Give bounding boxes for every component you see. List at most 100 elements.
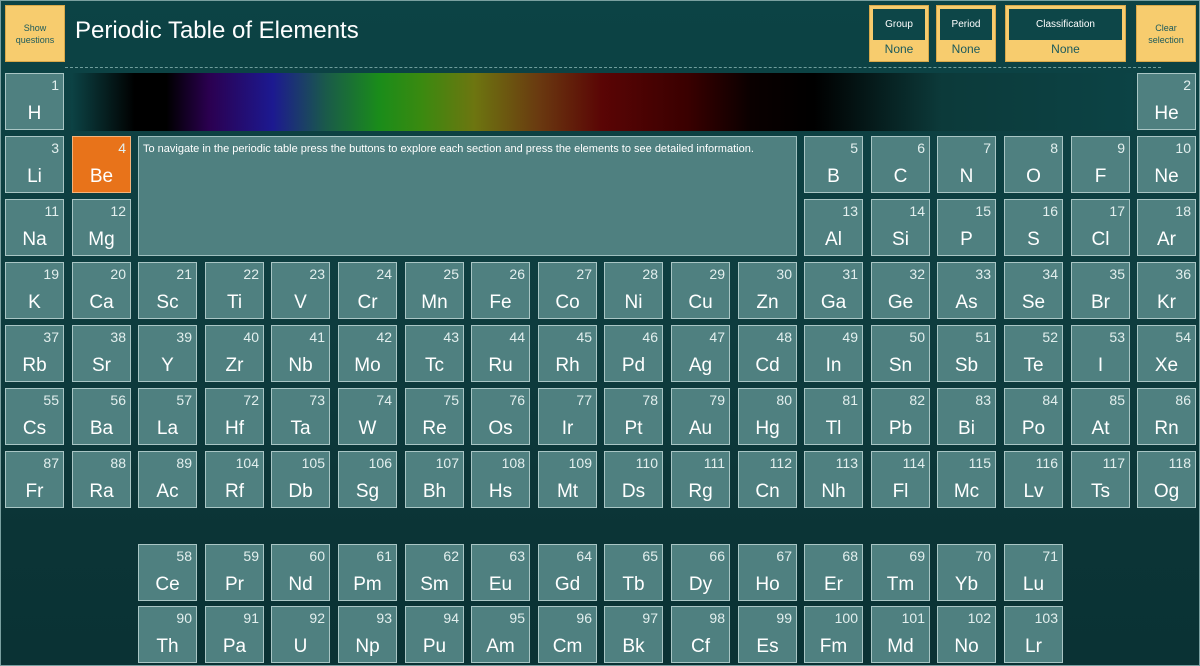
element-tile-p[interactable]: 15 P [937, 199, 996, 256]
element-tile-ar[interactable]: 18 Ar [1137, 199, 1196, 256]
period-filter-button[interactable]: Period None [936, 5, 996, 62]
element-tile-li[interactable]: 3 Li [5, 136, 64, 193]
element-tile-fm[interactable]: 100 Fm [804, 606, 863, 663]
element-tile-se[interactable]: 34 Se [1004, 262, 1063, 319]
element-tile-ds[interactable]: 110 Ds [604, 451, 663, 508]
element-tile-hs[interactable]: 108 Hs [471, 451, 530, 508]
element-tile-rb[interactable]: 37 Rb [5, 325, 64, 382]
element-tile-pa[interactable]: 91 Pa [205, 606, 264, 663]
element-tile-k[interactable]: 19 K [5, 262, 64, 319]
element-tile-th[interactable]: 90 Th [138, 606, 197, 663]
element-tile-re[interactable]: 75 Re [405, 388, 464, 445]
element-tile-ce[interactable]: 58 Ce [138, 544, 197, 601]
element-tile-cd[interactable]: 48 Cd [738, 325, 797, 382]
element-tile-ho[interactable]: 67 Ho [738, 544, 797, 601]
element-tile-pu[interactable]: 94 Pu [405, 606, 464, 663]
element-tile-rn[interactable]: 86 Rn [1137, 388, 1196, 445]
element-tile-nd[interactable]: 60 Nd [271, 544, 330, 601]
element-tile-zr[interactable]: 40 Zr [205, 325, 264, 382]
element-tile-rg[interactable]: 111 Rg [671, 451, 730, 508]
element-tile-tc[interactable]: 43 Tc [405, 325, 464, 382]
element-tile-db[interactable]: 105 Db [271, 451, 330, 508]
element-tile-i[interactable]: 53 I [1071, 325, 1130, 382]
element-tile-ne[interactable]: 10 Ne [1137, 136, 1196, 193]
element-tile-zn[interactable]: 30 Zn [738, 262, 797, 319]
element-tile-ru[interactable]: 44 Ru [471, 325, 530, 382]
element-tile-mn[interactable]: 25 Mn [405, 262, 464, 319]
element-tile-xe[interactable]: 54 Xe [1137, 325, 1196, 382]
element-tile-nh[interactable]: 113 Nh [804, 451, 863, 508]
element-tile-si[interactable]: 14 Si [871, 199, 930, 256]
element-tile-br[interactable]: 35 Br [1071, 262, 1130, 319]
element-tile-pb[interactable]: 82 Pb [871, 388, 930, 445]
element-tile-ir[interactable]: 77 Ir [538, 388, 597, 445]
element-tile-lr[interactable]: 103 Lr [1004, 606, 1063, 663]
clear-selection-button[interactable]: Clear selection [1136, 5, 1196, 62]
element-tile-ac[interactable]: 89 Ac [138, 451, 197, 508]
element-tile-ba[interactable]: 56 Ba [72, 388, 131, 445]
element-tile-sg[interactable]: 106 Sg [338, 451, 397, 508]
element-tile-am[interactable]: 95 Am [471, 606, 530, 663]
element-tile-rf[interactable]: 104 Rf [205, 451, 264, 508]
element-tile-eu[interactable]: 63 Eu [471, 544, 530, 601]
element-tile-pt[interactable]: 78 Pt [604, 388, 663, 445]
element-tile-ti[interactable]: 22 Ti [205, 262, 264, 319]
element-tile-ga[interactable]: 31 Ga [804, 262, 863, 319]
element-tile-u[interactable]: 92 U [271, 606, 330, 663]
element-tile-nb[interactable]: 41 Nb [271, 325, 330, 382]
element-tile-ge[interactable]: 32 Ge [871, 262, 930, 319]
element-tile-gd[interactable]: 64 Gd [538, 544, 597, 601]
show-questions-button[interactable]: Show questions [5, 5, 65, 62]
element-tile-al[interactable]: 13 Al [804, 199, 863, 256]
element-tile-kr[interactable]: 36 Kr [1137, 262, 1196, 319]
element-tile-tl[interactable]: 81 Tl [804, 388, 863, 445]
element-tile-b[interactable]: 5B [804, 136, 863, 193]
element-tile-mg[interactable]: 12 Mg [72, 199, 131, 256]
element-tile-sn[interactable]: 50 Sn [871, 325, 930, 382]
element-tile-as[interactable]: 33 As [937, 262, 996, 319]
element-tile-au[interactable]: 79 Au [671, 388, 730, 445]
element-tile-la[interactable]: 57 La [138, 388, 197, 445]
element-tile-rh[interactable]: 45 Rh [538, 325, 597, 382]
element-tile-md[interactable]: 101 Md [871, 606, 930, 663]
element-tile-v[interactable]: 23 V [271, 262, 330, 319]
element-tile-fr[interactable]: 87 Fr [5, 451, 64, 508]
element-tile-yb[interactable]: 70 Yb [937, 544, 996, 601]
element-tile-te[interactable]: 52 Te [1004, 325, 1063, 382]
element-tile-lv[interactable]: 116 Lv [1004, 451, 1063, 508]
element-tile-ra[interactable]: 88 Ra [72, 451, 131, 508]
element-tile-po[interactable]: 84 Po [1004, 388, 1063, 445]
element-tile-sm[interactable]: 62 Sm [405, 544, 464, 601]
element-tile-w[interactable]: 74 W [338, 388, 397, 445]
element-tile-s[interactable]: 16 S [1004, 199, 1063, 256]
element-tile-ta[interactable]: 73 Ta [271, 388, 330, 445]
element-tile-mt[interactable]: 109 Mt [538, 451, 597, 508]
element-tile-bk[interactable]: 97 Bk [604, 606, 663, 663]
element-tile-cu[interactable]: 29 Cu [671, 262, 730, 319]
element-tile-at[interactable]: 85 At [1071, 388, 1130, 445]
group-filter-button[interactable]: Group None [869, 5, 929, 62]
classification-filter-button[interactable]: Classification None [1005, 5, 1126, 62]
element-tile-c[interactable]: 6C [871, 136, 930, 193]
element-tile-pm[interactable]: 61 Pm [338, 544, 397, 601]
element-tile-bh[interactable]: 107 Bh [405, 451, 464, 508]
element-tile-cn[interactable]: 112 Cn [738, 451, 797, 508]
element-tile-ts[interactable]: 117 Ts [1071, 451, 1130, 508]
element-tile-tm[interactable]: 69 Tm [871, 544, 930, 601]
element-tile-lu[interactable]: 71 Lu [1004, 544, 1063, 601]
element-tile-bi[interactable]: 83 Bi [937, 388, 996, 445]
element-tile-cm[interactable]: 96 Cm [538, 606, 597, 663]
element-tile-os[interactable]: 76 Os [471, 388, 530, 445]
element-tile-mo[interactable]: 42 Mo [338, 325, 397, 382]
element-tile-he[interactable]: 2 He [1137, 73, 1196, 130]
element-tile-na[interactable]: 11 Na [5, 199, 64, 256]
element-tile-fe[interactable]: 26 Fe [471, 262, 530, 319]
element-tile-co[interactable]: 27 Co [538, 262, 597, 319]
element-tile-es[interactable]: 99 Es [738, 606, 797, 663]
element-tile-sr[interactable]: 38 Sr [72, 325, 131, 382]
element-tile-pd[interactable]: 46 Pd [604, 325, 663, 382]
element-tile-be[interactable]: 4 Be [72, 136, 131, 193]
element-tile-cr[interactable]: 24 Cr [338, 262, 397, 319]
element-tile-fl[interactable]: 114 Fl [871, 451, 930, 508]
element-tile-ni[interactable]: 28 Ni [604, 262, 663, 319]
